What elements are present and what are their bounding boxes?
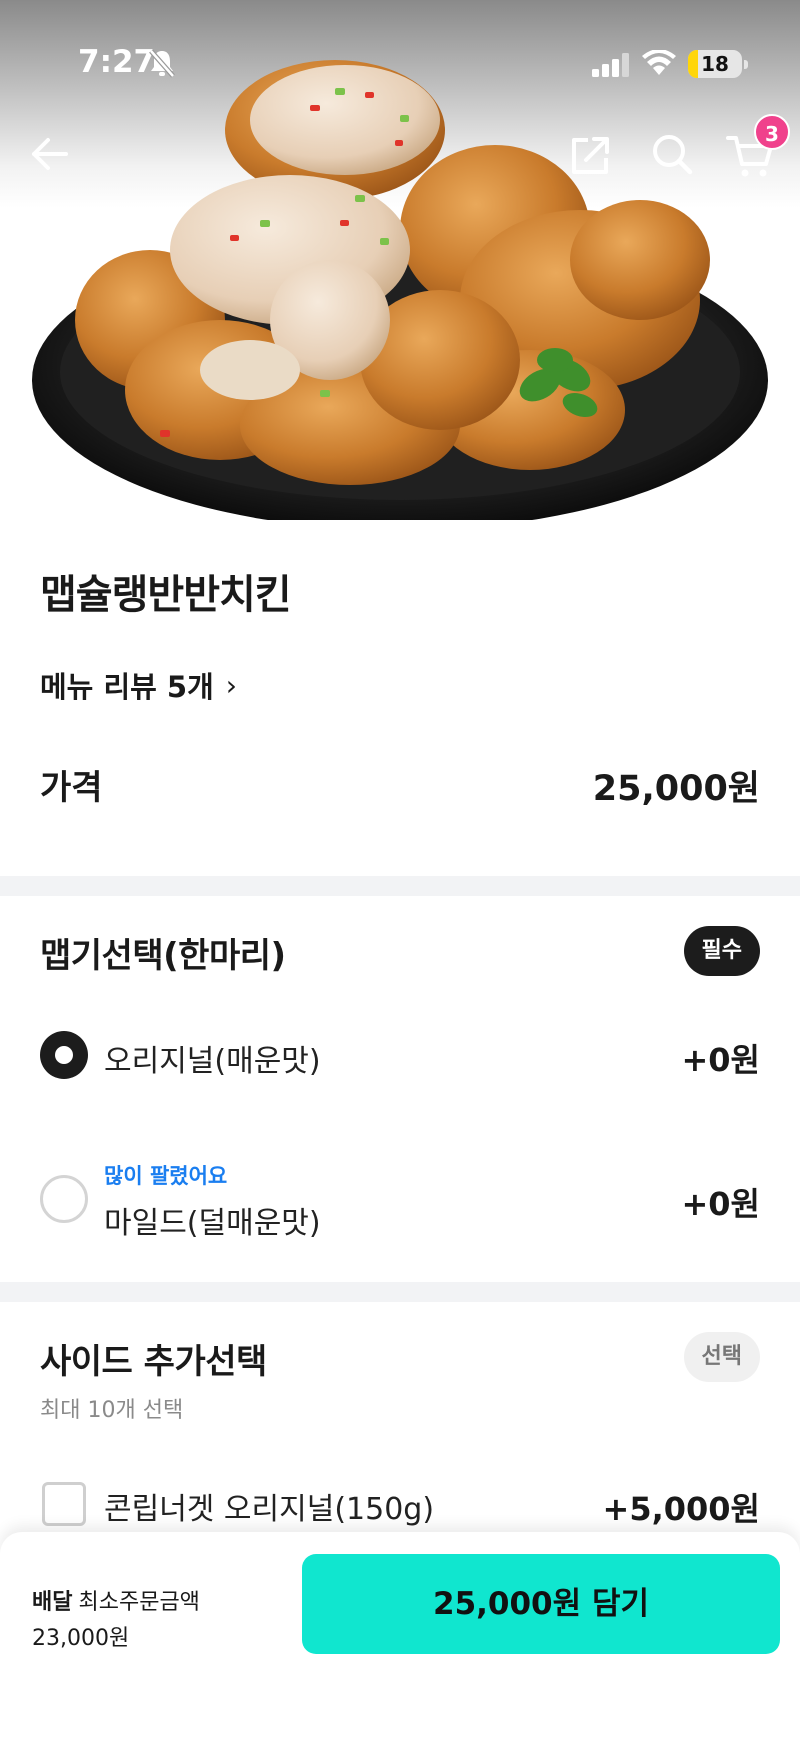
back-arrow-icon[interactable] <box>26 130 74 178</box>
min-order-value: 23,000원 <box>32 1626 130 1651</box>
chevron-right-icon: › <box>225 668 237 702</box>
radio-mild[interactable] <box>40 1175 88 1223</box>
status-bar: 7:27 18 <box>0 0 800 130</box>
add-to-cart-button[interactable]: 25,000원 담기 <box>302 1554 780 1654</box>
share-icon[interactable] <box>568 132 614 178</box>
side-group-note: 최대 10개 선택 <box>40 1398 184 1423</box>
order-type: 배달 <box>32 1590 73 1615</box>
radio-original-spicy[interactable] <box>40 1031 88 1079</box>
spicy-group-title: 맵기선택(한마리) <box>40 936 286 976</box>
bell-muted-icon <box>148 48 176 82</box>
optional-badge: 선택 <box>683 1332 760 1382</box>
battery-tip <box>744 60 748 69</box>
option-label[interactable]: 마일드(덜매운맛) <box>104 1198 321 1242</box>
side-group-title: 사이드 추가선택 <box>40 1342 267 1382</box>
product-title: 맵슐랭반반치킨 <box>40 572 292 618</box>
section-divider <box>0 876 800 896</box>
checkbox-cornrib-nugget[interactable] <box>42 1482 86 1526</box>
search-icon[interactable] <box>648 130 696 178</box>
delivery-min-order: 배달 최소주문금액 <box>32 1584 200 1616</box>
price-value: 25,000원 <box>592 769 760 809</box>
menu-review-link[interactable]: 메뉴 리뷰 5개 › <box>40 664 237 706</box>
option-price: +5,000원 <box>602 1490 760 1528</box>
option-label[interactable]: 콘립너겟 오리지널(150g) <box>104 1484 434 1528</box>
option-price: +0원 <box>681 1185 760 1223</box>
bottom-order-bar: 배달 최소주문금액 23,000원 25,000원 담기 <box>0 1532 800 1740</box>
battery-percent: 18 <box>701 52 729 76</box>
price-label: 가격 <box>40 768 103 808</box>
required-badge: 필수 <box>683 926 760 976</box>
section-divider <box>0 1282 800 1302</box>
menu-review-label: 메뉴 리뷰 5개 <box>40 670 214 704</box>
option-label[interactable]: 오리지널(매운맛) <box>104 1036 321 1080</box>
popular-tag: 많이 팔렸어요 <box>104 1164 228 1188</box>
min-order-label: 최소주문금액 <box>78 1590 200 1615</box>
battery-icon: 18 <box>688 50 742 78</box>
wifi-icon <box>642 49 676 80</box>
signal-icon <box>592 53 630 81</box>
cart-count-badge: 3 <box>754 114 790 150</box>
option-price: +0원 <box>681 1041 760 1079</box>
status-time: 7:27 <box>78 44 156 80</box>
